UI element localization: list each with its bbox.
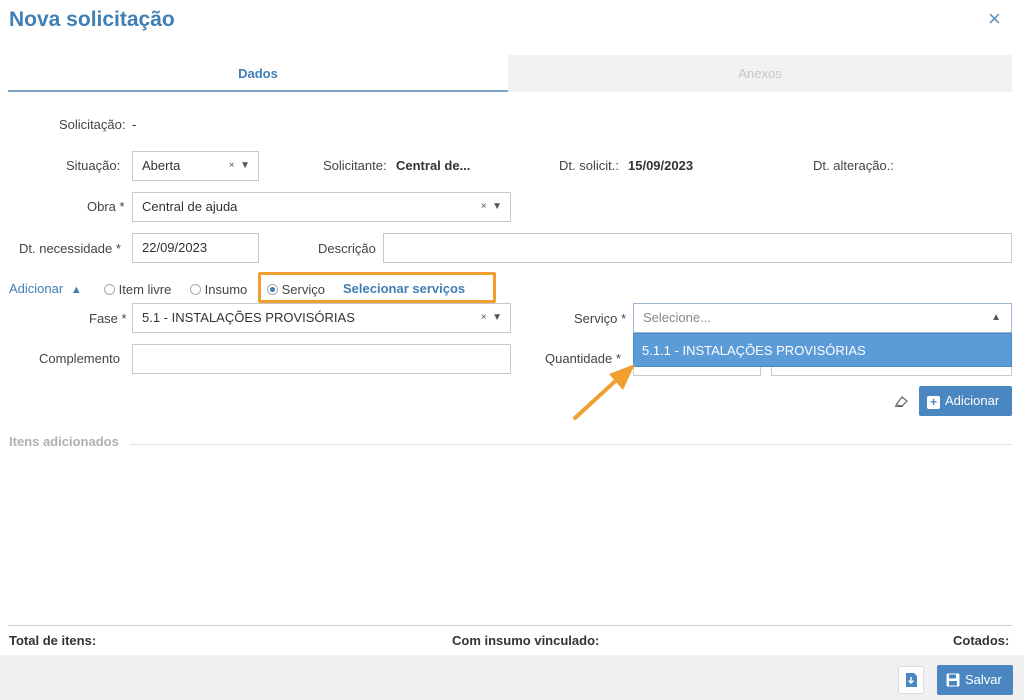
clear-chevron-icon[interactable]: × ▼ (481, 304, 502, 332)
radio-circle-icon (104, 284, 115, 296)
dt-alteracao-label: Dt. alteração.: (813, 158, 894, 173)
eraser-icon[interactable] (893, 394, 909, 408)
dt-solicit-value: 15/09/2023 (628, 158, 694, 173)
servico-placeholder: Selecione... (643, 310, 711, 325)
adicionar-toggle[interactable]: Adicionar ▲ (9, 281, 82, 296)
add-button[interactable]: + Adicionar (919, 386, 1012, 416)
servico-label: Serviço * (574, 311, 627, 326)
situacao-value: Aberta (142, 158, 181, 173)
save-button-label: Salvar (965, 672, 1002, 687)
descricao-input[interactable] (383, 233, 1012, 263)
obra-label: Obra * (87, 199, 125, 214)
dropdown-option[interactable]: 5.1.1 - INSTALAÇÕES PROVISÓRIAS (633, 333, 1012, 367)
adicionar-label: Adicionar (9, 281, 64, 296)
section-divider (130, 444, 1012, 445)
fase-label: Fase * (89, 311, 127, 326)
complemento-label: Complemento (39, 351, 120, 366)
close-icon[interactable]: × (988, 8, 1001, 30)
modal-title: Nova solicitação (9, 8, 175, 31)
descricao-label: Descrição (318, 241, 376, 256)
chevron-up-icon: ▲ (70, 284, 82, 296)
clear-chevron-icon[interactable]: × ▼ (229, 152, 250, 180)
complemento-input[interactable] (132, 344, 511, 374)
radio-item-livre-label: Item livre (118, 282, 172, 298)
arrow-annotation-icon (573, 364, 635, 420)
com-insumo-label: Com insumo vinculado: (452, 633, 600, 648)
radio-circle-icon (190, 284, 201, 296)
cotados-label: Cotados: (953, 633, 1010, 648)
solicitante-label: Solicitante: (323, 158, 387, 173)
save-button[interactable]: Salvar (937, 665, 1013, 695)
radio-insumo[interactable]: Insumo (190, 281, 247, 297)
solicitacao-value: - (132, 117, 137, 132)
plus-icon: + (927, 396, 940, 409)
tab-dados[interactable]: Dados (8, 55, 508, 92)
fase-value: 5.1 - INSTALAÇÕES PROVISÓRIAS (142, 310, 355, 325)
total-itens-label: Total de itens: (9, 633, 97, 648)
servico-select[interactable]: Selecione... ▲ (633, 303, 1012, 333)
itens-section-label: Itens adicionados (9, 434, 119, 449)
fase-select[interactable]: 5.1 - INSTALAÇÕES PROVISÓRIAS × ▼ (132, 303, 511, 333)
dt-solicit-label: Dt. solicit.: (559, 158, 619, 173)
chevron-up-icon[interactable]: ▲ (991, 304, 1001, 332)
obra-select[interactable]: Central de ajuda × ▼ (132, 192, 511, 222)
bottom-bar (0, 655, 1024, 700)
clear-chevron-icon[interactable]: × ▼ (481, 193, 502, 221)
document-icon (906, 673, 917, 687)
obra-value: Central de ajuda (142, 199, 238, 214)
solicitante-value: Central de... (396, 158, 471, 173)
highlight-box (258, 272, 496, 303)
tab-anexos[interactable]: Anexos (508, 55, 1012, 92)
radio-insumo-label: Insumo (204, 282, 248, 298)
add-button-label: Adicionar (945, 393, 1000, 408)
situacao-select[interactable]: Aberta × ▼ (132, 151, 259, 181)
radio-item-livre[interactable]: Item livre (104, 281, 171, 297)
floppy-icon (946, 673, 960, 687)
situacao-label: Situação: (66, 158, 121, 173)
solicitacao-label: Solicitação: (59, 117, 126, 132)
footer-divider (8, 625, 1012, 626)
dt-necessidade-input[interactable]: 22/09/2023 (132, 233, 259, 263)
export-button[interactable] (898, 666, 924, 694)
dt-necessidade-label: Dt. necessidade * (19, 241, 121, 256)
